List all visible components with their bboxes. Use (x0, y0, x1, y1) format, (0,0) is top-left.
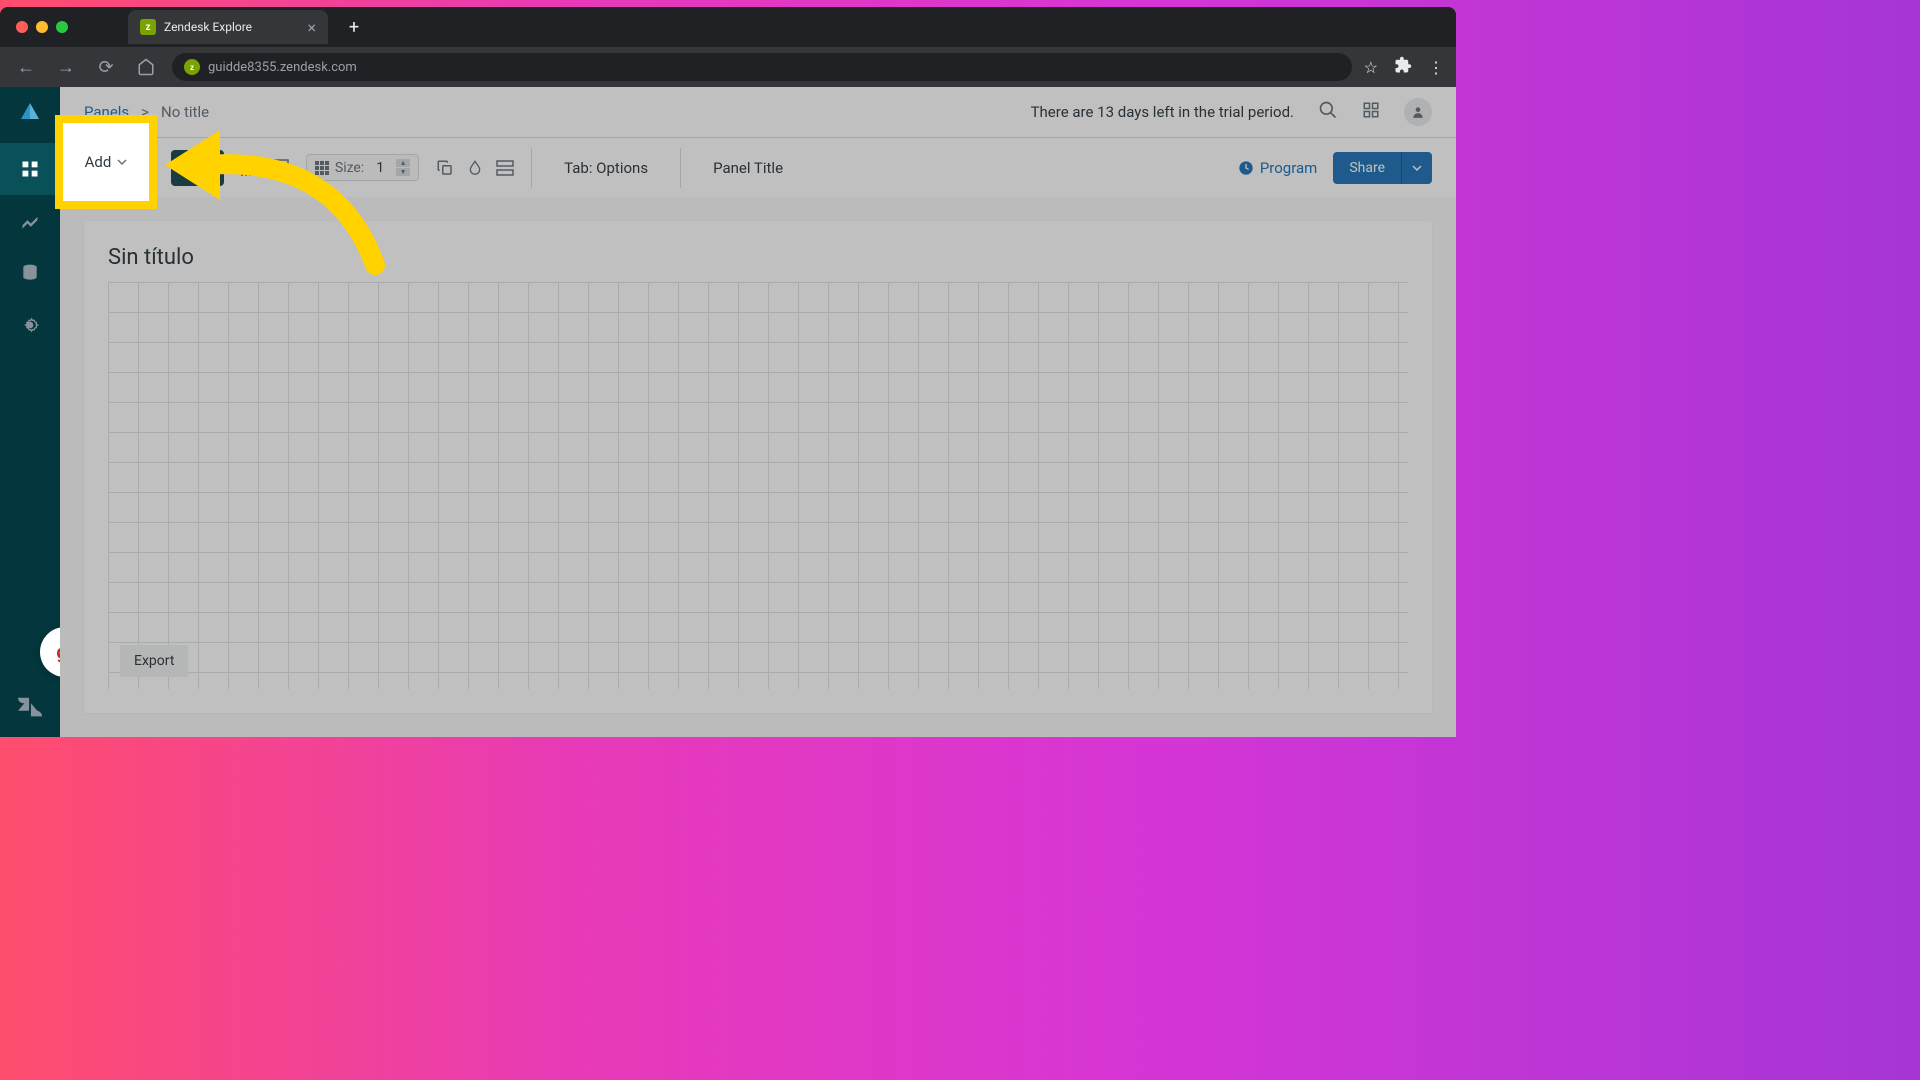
browser-tab[interactable]: z Zendesk Explore × (128, 10, 328, 44)
toolbar-right: ☆ ⋮ (1364, 56, 1444, 78)
minimize-window-button[interactable] (36, 21, 48, 33)
user-avatar[interactable] (1404, 98, 1432, 126)
window-controls (16, 21, 68, 33)
star-icon[interactable]: ☆ (1364, 58, 1378, 77)
layout-icon[interactable] (495, 158, 515, 178)
browser-window: z Zendesk Explore × + ← → ⟳ z guidde8355… (0, 7, 1456, 737)
explore-logo-icon[interactable] (18, 99, 42, 123)
add-tooltip: Add (171, 150, 224, 186)
action-group (435, 158, 515, 178)
toolbar-divider (680, 148, 681, 188)
toolbar-divider (531, 148, 532, 188)
panel-title-button[interactable]: Panel Title (697, 159, 799, 177)
search-icon[interactable] (1318, 100, 1338, 124)
format-group (240, 158, 290, 178)
breadcrumb-current: No title (161, 103, 209, 121)
address-bar[interactable]: z guidde8355.zendesk.com (172, 53, 1352, 81)
close-window-button[interactable] (16, 21, 28, 33)
sidebar-item-settings[interactable] (0, 299, 60, 351)
share-button-group: Share (1333, 152, 1432, 184)
stepper-up-button[interactable]: ▲ (396, 159, 410, 167)
droplet-icon[interactable] (465, 158, 485, 178)
home-button[interactable] (132, 53, 160, 81)
share-button[interactable]: Share (1333, 152, 1401, 184)
canvas-area: Sin título Export (60, 197, 1456, 737)
clock-icon (1238, 160, 1254, 176)
size-stepper: ▲ ▼ (396, 159, 410, 176)
size-value: 1 (370, 160, 390, 176)
site-identity-icon: z (184, 59, 200, 75)
menu-icon[interactable]: ⋮ (1428, 58, 1444, 77)
highlight-label: Add (85, 153, 112, 171)
back-button[interactable]: ← (12, 53, 40, 81)
tab-title: Zendesk Explore (164, 20, 299, 34)
sidebar-nav: g 5 (0, 87, 60, 737)
main-area: Panels > No title There are 13 days left… (60, 87, 1456, 737)
tab-close-icon[interactable]: × (307, 18, 316, 37)
tab-options-button[interactable]: Tab: Options (548, 159, 664, 177)
editor-toolbar: Add Add Size: 1 ▲ (60, 137, 1456, 197)
program-label: Program (1260, 159, 1317, 177)
sidebar-item-dashboards[interactable] (0, 143, 60, 195)
highlight-add-button[interactable]: Add (85, 153, 128, 171)
checkbox-icon[interactable] (270, 158, 290, 178)
app-content: g 5 Panels > No title There are 13 days … (0, 87, 1456, 737)
header-right: There are 13 days left in the trial peri… (1031, 98, 1432, 126)
dashboard-grid[interactable]: Export (108, 282, 1408, 689)
zendesk-logo-icon[interactable] (18, 697, 42, 721)
grid-icon (315, 161, 329, 175)
chevron-down-icon (1412, 163, 1422, 173)
browser-toolbar: ← → ⟳ z guidde8355.zendesk.com ☆ ⋮ (0, 47, 1456, 87)
apps-grid-icon[interactable] (1362, 101, 1380, 123)
size-label: Size: (335, 160, 364, 176)
trial-message: There are 13 days left in the trial peri… (1031, 103, 1294, 121)
browser-titlebar: z Zendesk Explore × + (0, 7, 1456, 47)
new-tab-button[interactable]: + (340, 13, 368, 41)
breadcrumb-bar: Panels > No title There are 13 days left… (60, 87, 1456, 137)
export-button[interactable]: Export (120, 645, 188, 677)
stepper-down-button[interactable]: ▼ (396, 168, 410, 176)
sidebar-item-datasets[interactable] (0, 247, 60, 299)
chevron-down-icon (117, 157, 127, 167)
extensions-icon[interactable] (1394, 56, 1412, 78)
browser-tabs: z Zendesk Explore × + (128, 7, 368, 47)
size-control: Size: 1 ▲ ▼ (306, 154, 419, 181)
forward-button[interactable]: → (52, 53, 80, 81)
program-button[interactable]: Program (1238, 159, 1317, 177)
dashboard-title[interactable]: Sin título (108, 245, 1408, 270)
dashed-rect-icon[interactable] (240, 158, 260, 178)
url-text: guidde8355.zendesk.com (208, 60, 357, 75)
copy-icon[interactable] (435, 158, 455, 178)
maximize-window-button[interactable] (56, 21, 68, 33)
tutorial-highlight-box: Add (55, 115, 157, 209)
dashboard-panel: Sin título Export (84, 221, 1432, 713)
zendesk-favicon-icon: z (140, 19, 156, 35)
share-dropdown-button[interactable] (1401, 152, 1432, 184)
reload-button[interactable]: ⟳ (92, 53, 120, 81)
sidebar-item-reports[interactable] (0, 195, 60, 247)
